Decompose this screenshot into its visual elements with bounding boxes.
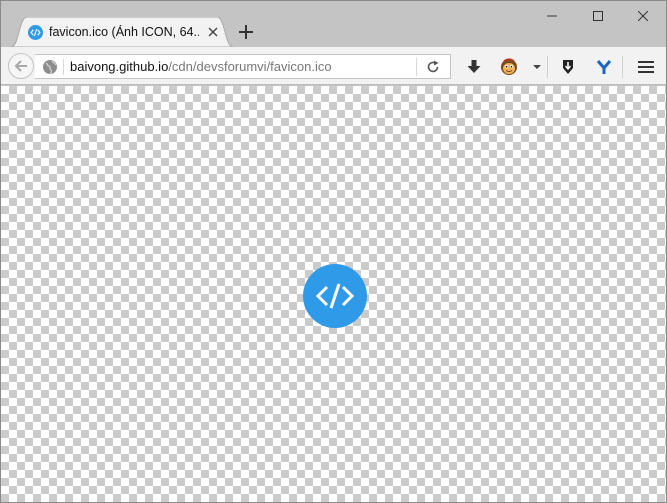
tab-favicon (28, 25, 43, 40)
y-logo-icon (596, 60, 612, 74)
code-brackets-icon (315, 283, 355, 309)
close-window-button[interactable] (620, 1, 666, 31)
extension-menu-dropdown[interactable] (527, 57, 547, 77)
url-divider (63, 59, 64, 75)
shield-extension-button[interactable] (558, 57, 578, 77)
monkey-extension-button[interactable] (499, 57, 519, 77)
close-icon (638, 11, 648, 21)
monkey-icon (501, 58, 517, 75)
url-host: baivong.github.io (70, 59, 169, 74)
code-brackets-icon (30, 29, 41, 36)
open-menu-button[interactable] (636, 57, 656, 77)
browser-window: favicon.ico (Ảnh ICON, 64... baivong.git… (0, 0, 667, 503)
url-path: /cdn/devsforumvi/favicon.ico (168, 59, 332, 74)
url-divider-right (416, 58, 417, 76)
new-tab-button[interactable] (237, 23, 255, 41)
dropdown-arrow-icon (533, 65, 541, 69)
navigation-toolbar: baivong.github.io/cdn/devsforumvi/favico… (1, 47, 666, 85)
back-arrow-icon (14, 60, 27, 72)
maximize-icon (593, 11, 603, 21)
reload-icon[interactable] (426, 60, 440, 74)
image-viewer-content (1, 86, 666, 502)
url-text[interactable]: baivong.github.io/cdn/devsforumvi/favico… (70, 59, 332, 74)
tab-title: favicon.ico (Ảnh ICON, 64... (49, 25, 199, 39)
back-button[interactable] (8, 53, 34, 79)
tab-close-icon[interactable] (207, 26, 219, 38)
minimize-icon (547, 15, 557, 17)
downloads-button[interactable] (464, 57, 484, 77)
maximize-button[interactable] (575, 1, 621, 31)
toolbar-divider (547, 56, 548, 78)
minimize-button[interactable] (529, 1, 575, 31)
hamburger-menu-icon (638, 61, 654, 73)
title-bar: favicon.ico (Ảnh ICON, 64... (1, 1, 666, 47)
download-icon (467, 60, 481, 73)
toolbar-divider (622, 56, 623, 78)
tab-active[interactable]: favicon.ico (Ảnh ICON, 64... (11, 17, 233, 47)
address-bar[interactable]: baivong.github.io/cdn/devsforumvi/favico… (35, 54, 451, 79)
shield-download-icon (563, 60, 573, 74)
favicon-image (303, 264, 367, 328)
y-extension-button[interactable] (594, 57, 614, 77)
globe-icon[interactable] (42, 59, 58, 75)
